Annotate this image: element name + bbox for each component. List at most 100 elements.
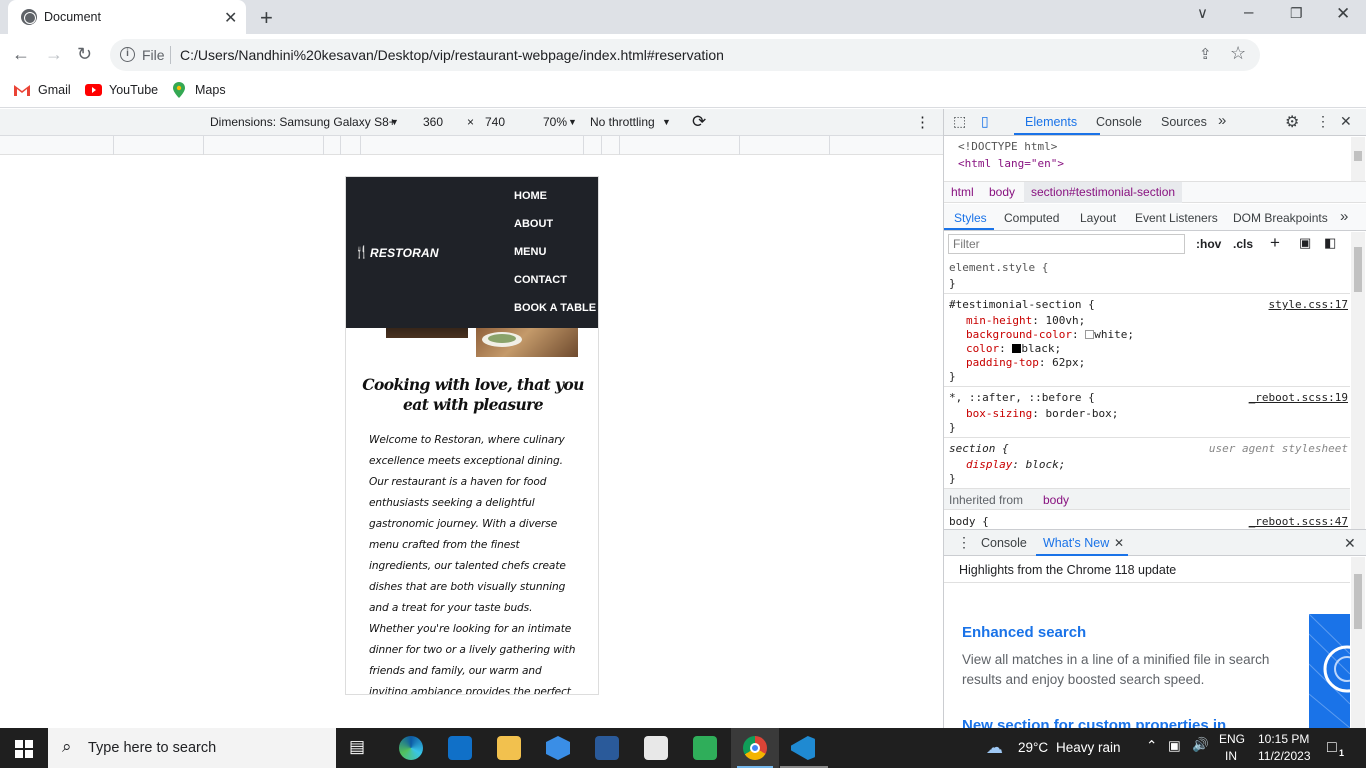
tab-sources[interactable]: Sources <box>1161 115 1207 129</box>
info-icon[interactable]: i <box>120 47 135 62</box>
settings-gear-icon[interactable]: ⚙ <box>1285 112 1299 132</box>
css-property[interactable]: padding-top <box>966 356 1039 369</box>
minimize-icon[interactable]: – <box>1244 2 1253 22</box>
subtab-styles[interactable]: Styles <box>954 211 987 225</box>
nav-book-a-table[interactable]: BOOK A TABLE <box>514 302 596 314</box>
throttling-select[interactable]: No throttling <box>590 115 655 129</box>
sidebar-toggle-icon[interactable]: ◧ <box>1324 235 1336 251</box>
bookmark-youtube[interactable]: YouTube <box>109 83 158 97</box>
url-text[interactable]: C:/Users/Nandhini%20kesavan/Desktop/vip/… <box>180 47 724 63</box>
css-property[interactable]: background-color <box>966 328 1072 341</box>
app-green-icon[interactable] <box>693 736 717 760</box>
rule-source-link[interactable]: _reboot.scss:47 <box>1249 515 1348 528</box>
crumb-section[interactable]: section#testimonial-section <box>1024 182 1183 203</box>
zoom-select[interactable]: 70% <box>543 115 567 129</box>
bookmark-maps[interactable]: Maps <box>195 83 226 97</box>
chrome-taskbar-active[interactable] <box>731 728 779 768</box>
subtab-layout[interactable]: Layout <box>1080 211 1116 225</box>
notification-icon[interactable]: □ <box>1327 739 1337 757</box>
taskbar-search-box[interactable]: ⌕ Type here to search <box>48 728 336 768</box>
file-explorer-icon[interactable] <box>497 736 521 760</box>
dom-scrollbar[interactable] <box>1351 137 1365 181</box>
address-bar[interactable]: i File C:/Users/Nandhini%20kesavan/Deskt… <box>110 39 1260 71</box>
css-property[interactable]: box-sizing <box>966 407 1032 420</box>
dom-line[interactable]: <html lang="en"> <box>958 157 1064 170</box>
crumb-html[interactable]: html <box>951 185 974 199</box>
app-notepad-icon[interactable] <box>644 736 668 760</box>
rotate-icon[interactable]: ⟳ <box>692 112 706 132</box>
device-dimensions-select[interactable]: Dimensions: Samsung Galaxy S8+ <box>210 115 396 129</box>
device-more-icon[interactable]: ⋮ <box>915 113 930 131</box>
whats-new-heading[interactable]: Enhanced search <box>962 624 1086 641</box>
devtools-close-icon[interactable]: ✕ <box>1340 113 1352 130</box>
edge-icon[interactable] <box>399 736 423 760</box>
css-value[interactable]: border-box; <box>1045 407 1118 420</box>
nav-menu[interactable]: MENU <box>514 246 546 258</box>
restore-icon[interactable]: ❐ <box>1290 5 1303 22</box>
dom-line[interactable]: <!DOCTYPE html> <box>958 140 1057 153</box>
task-view-icon[interactable]: ▤ <box>349 737 373 761</box>
tab-elements[interactable]: Elements <box>1025 115 1077 129</box>
drawer-close-icon[interactable]: ✕ <box>1344 535 1356 552</box>
weather-desc[interactable]: Heavy rain <box>1056 740 1121 755</box>
crumb-body[interactable]: body <box>989 185 1015 199</box>
new-rule-icon[interactable]: + <box>1270 233 1280 253</box>
bookmark-gmail[interactable]: Gmail <box>38 83 71 97</box>
styles-filter-input[interactable]: Filter <box>948 234 1185 254</box>
dom-tree[interactable]: <!DOCTYPE html> <html lang="en"> <box>944 137 1366 181</box>
tab-search-chevron-icon[interactable]: ∨ <box>1197 4 1208 22</box>
css-property[interactable]: color <box>966 342 999 355</box>
volume-icon[interactable]: 🔊 <box>1192 737 1209 753</box>
language-region[interactable]: IN <box>1225 749 1237 763</box>
device-height-input[interactable]: 740 <box>485 115 505 129</box>
cls-toggle[interactable]: .cls <box>1233 237 1253 251</box>
device-toggle-icon[interactable]: ▯ <box>981 113 989 130</box>
nav-home[interactable]: HOME <box>514 190 547 202</box>
inspect-element-icon[interactable]: ⬚ <box>953 113 966 130</box>
nav-contact[interactable]: CONTACT <box>514 274 567 286</box>
inherited-from-link[interactable]: body <box>1043 493 1069 507</box>
css-value[interactable]: 100vh; <box>1045 314 1085 327</box>
css-value[interactable]: 62px; <box>1052 356 1085 369</box>
browser-tab[interactable]: Document ✕ <box>8 0 246 34</box>
weather-cloud-icon[interactable]: ☁ <box>986 738 1003 758</box>
more-tabs-icon[interactable]: » <box>1218 112 1226 129</box>
window-close-icon[interactable]: ✕ <box>1336 4 1350 24</box>
more-subtabs-icon[interactable]: » <box>1340 208 1348 225</box>
hov-toggle[interactable]: :hov <box>1196 237 1221 251</box>
app-blue-icon[interactable] <box>595 736 619 760</box>
drawer-menu-icon[interactable]: ⋮ <box>957 534 971 551</box>
drawer-tab-whats-new[interactable]: What's New <box>1043 536 1109 550</box>
devtools-menu-icon[interactable]: ⋮ <box>1316 113 1330 130</box>
weather-temp[interactable]: 29°C <box>1018 740 1048 755</box>
paint-brush-icon[interactable]: ▣ <box>1299 235 1311 251</box>
forward-icon[interactable]: → <box>45 44 63 65</box>
clock-time[interactable]: 10:15 PM <box>1258 732 1309 746</box>
network-icon[interactable]: ▣ <box>1168 738 1181 754</box>
subtab-computed[interactable]: Computed <box>1004 211 1059 225</box>
color-swatch-white[interactable] <box>1085 330 1095 339</box>
media-query-ruler[interactable] <box>0 136 943 155</box>
css-value[interactable]: white; <box>1094 328 1134 341</box>
whats-new-scrollbar[interactable] <box>1351 557 1365 728</box>
whats-new-close-icon[interactable]: ✕ <box>1114 536 1124 550</box>
subtab-dom-breakpoints[interactable]: DOM Breakpoints <box>1233 211 1328 225</box>
site-brand[interactable]: RESTORAN <box>370 246 439 260</box>
windows-start-icon[interactable] <box>15 740 33 758</box>
app-cube-icon[interactable] <box>546 736 570 760</box>
subtab-event-listeners[interactable]: Event Listeners <box>1135 211 1218 225</box>
rule-source-link[interactable]: _reboot.scss:19 <box>1249 391 1348 404</box>
new-tab-button[interactable]: + <box>260 5 273 31</box>
clock-date[interactable]: 11/2/2023 <box>1258 749 1311 763</box>
bookmark-star-icon[interactable]: ☆ <box>1230 43 1246 64</box>
vscode-icon[interactable] <box>791 736 815 760</box>
nav-about[interactable]: ABOUT <box>514 218 553 230</box>
reload-icon[interactable]: ↻ <box>77 44 92 65</box>
styles-scrollbar[interactable] <box>1351 232 1365 529</box>
css-property[interactable]: min-height <box>966 314 1032 327</box>
mail-icon[interactable] <box>448 736 472 760</box>
share-icon[interactable]: ⇪ <box>1199 45 1212 63</box>
back-icon[interactable]: ← <box>12 44 30 65</box>
css-rules[interactable]: element.style { } #testimonial-section {… <box>944 257 1350 529</box>
tab-console[interactable]: Console <box>1096 115 1142 129</box>
